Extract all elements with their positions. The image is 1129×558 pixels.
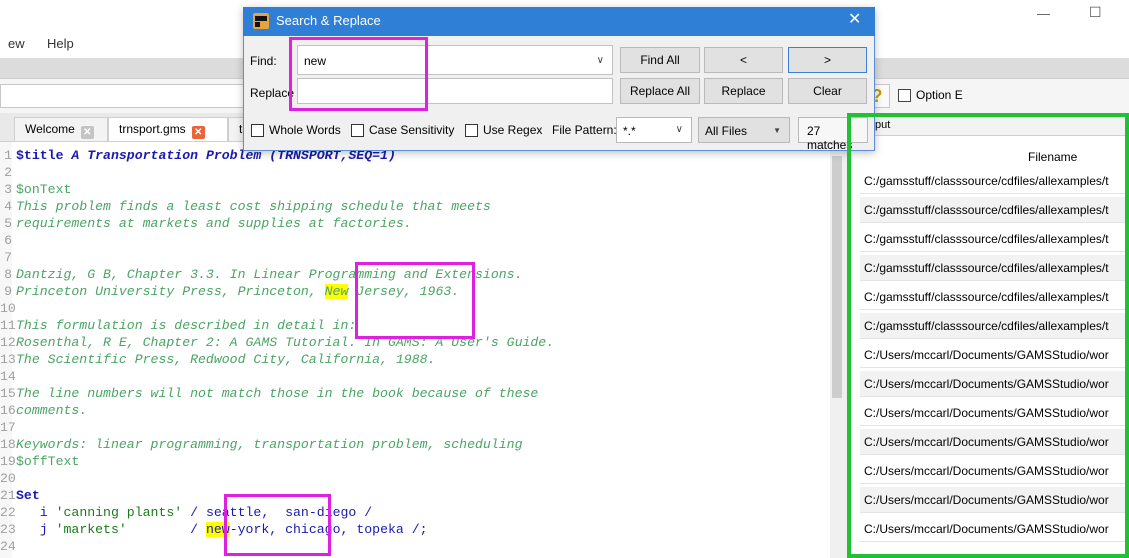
code-comment: Princeton University Press, Princeton, (16, 284, 325, 299)
line-number: 2 (4, 165, 12, 180)
line-number: 18 (0, 437, 16, 452)
tab-label: trnsport.gms (119, 122, 186, 136)
replace-label: Replace (250, 86, 295, 100)
line-number: 7 (4, 250, 12, 265)
code-identifier: j (16, 522, 56, 537)
code-string: 'canning plants' (55, 505, 183, 520)
file-pattern-label: File Pattern: (552, 123, 617, 137)
line-number: 12 (0, 335, 16, 350)
code-comment: $offText (16, 454, 80, 469)
file-pattern-value: *.* (623, 124, 636, 138)
line-number: 16 (0, 403, 16, 418)
line-number: 1 (4, 148, 12, 163)
code-string: 'markets' (55, 522, 127, 537)
minimize-icon[interactable]: — (1037, 6, 1050, 21)
line-number: 3 (4, 182, 12, 197)
option-editor-label: Option E (916, 88, 963, 102)
find-label: Find: (250, 54, 277, 68)
line-number: 6 (4, 233, 12, 248)
menu-help[interactable]: Help (47, 36, 74, 51)
replace-all-button[interactable]: Replace All (620, 78, 700, 104)
editor-scrollbar-thumb[interactable] (832, 156, 842, 398)
line-number: 9 (4, 284, 12, 299)
whole-words-label: Whole Words (269, 123, 341, 137)
line-number: 20 (0, 471, 16, 486)
line-number: 4 (4, 199, 12, 214)
annotation-box-line23-match (224, 494, 331, 556)
chevron-down-icon[interactable]: ∨ (597, 55, 604, 66)
code-comment: Keywords: linear programming, transporta… (16, 437, 523, 452)
chevron-down-icon[interactable]: ∨ (676, 124, 683, 135)
app-logo-icon (253, 13, 269, 29)
line-number: 15 (0, 386, 16, 401)
search-match-highlight: New (324, 284, 349, 299)
code-comment: The line numbers will not match those in… (16, 386, 539, 401)
annotation-box-results (847, 113, 1129, 558)
replace-button[interactable]: Replace (704, 78, 783, 104)
clear-button[interactable]: Clear (788, 78, 867, 104)
close-icon[interactable]: ✕ (191, 126, 205, 139)
close-icon[interactable]: ✕ (848, 11, 861, 29)
close-icon[interactable]: ✕ (80, 126, 94, 139)
line-number: 24 (0, 539, 16, 554)
menu-view[interactable]: ew (8, 36, 25, 51)
find-previous-button[interactable]: < (704, 47, 783, 73)
option-editor-checkbox[interactable] (898, 89, 911, 102)
code-identifier: / (126, 522, 206, 537)
case-sensitivity-label: Case Sensitivity (369, 123, 455, 137)
code-comment: The Scientific Press, Redwood City, Cali… (16, 352, 436, 367)
line-number: 23 (0, 522, 16, 537)
code-keyword: Set (16, 488, 40, 503)
code-comment: $onText (16, 182, 72, 197)
line-number: 13 (0, 352, 16, 367)
code-comment: This formulation is described in detail … (16, 318, 357, 333)
search-scope-select[interactable]: All Files ▼ (698, 117, 790, 143)
dialog-title: Search & Replace (276, 13, 381, 28)
find-all-button[interactable]: Find All (620, 47, 700, 73)
code-comment: requirements at markets and supplies at … (16, 216, 412, 231)
line-number: 10 (0, 301, 16, 316)
line-number: 22 (0, 505, 16, 520)
search-scope-value: All Files (705, 124, 748, 138)
line-number: 21 (0, 488, 16, 503)
code-comment: This problem finds a least cost shipping… (16, 199, 491, 214)
tab-welcome[interactable]: Welcome ✕ (14, 117, 108, 141)
whole-words-checkbox[interactable] (251, 124, 264, 137)
caret-down-icon[interactable]: ▼ (773, 126, 781, 135)
line-number: 17 (0, 420, 16, 435)
code-identifier: i (16, 505, 56, 520)
case-sensitivity-checkbox[interactable] (351, 124, 364, 137)
file-pattern-select[interactable]: *.* ∨ (616, 117, 692, 143)
line-number: 19 (0, 454, 16, 469)
line-number: 5 (4, 216, 12, 231)
code-comment: comments. (16, 403, 88, 418)
use-regex-label: Use Regex (483, 123, 543, 137)
tab-label: Welcome (25, 122, 75, 136)
tab-trnsport[interactable]: trnsport.gms ✕ (108, 117, 228, 141)
line-number: 8 (4, 267, 12, 282)
use-regex-checkbox[interactable] (465, 124, 478, 137)
annotation-box-line9-match (355, 262, 475, 339)
line-number: 11 (0, 318, 16, 333)
find-next-button[interactable]: > (788, 47, 867, 73)
code-keyword: $title (16, 148, 72, 163)
line-number: 14 (0, 369, 16, 384)
maximize-icon[interactable]: ☐ (1089, 4, 1102, 21)
annotation-box-find-field (289, 37, 428, 111)
